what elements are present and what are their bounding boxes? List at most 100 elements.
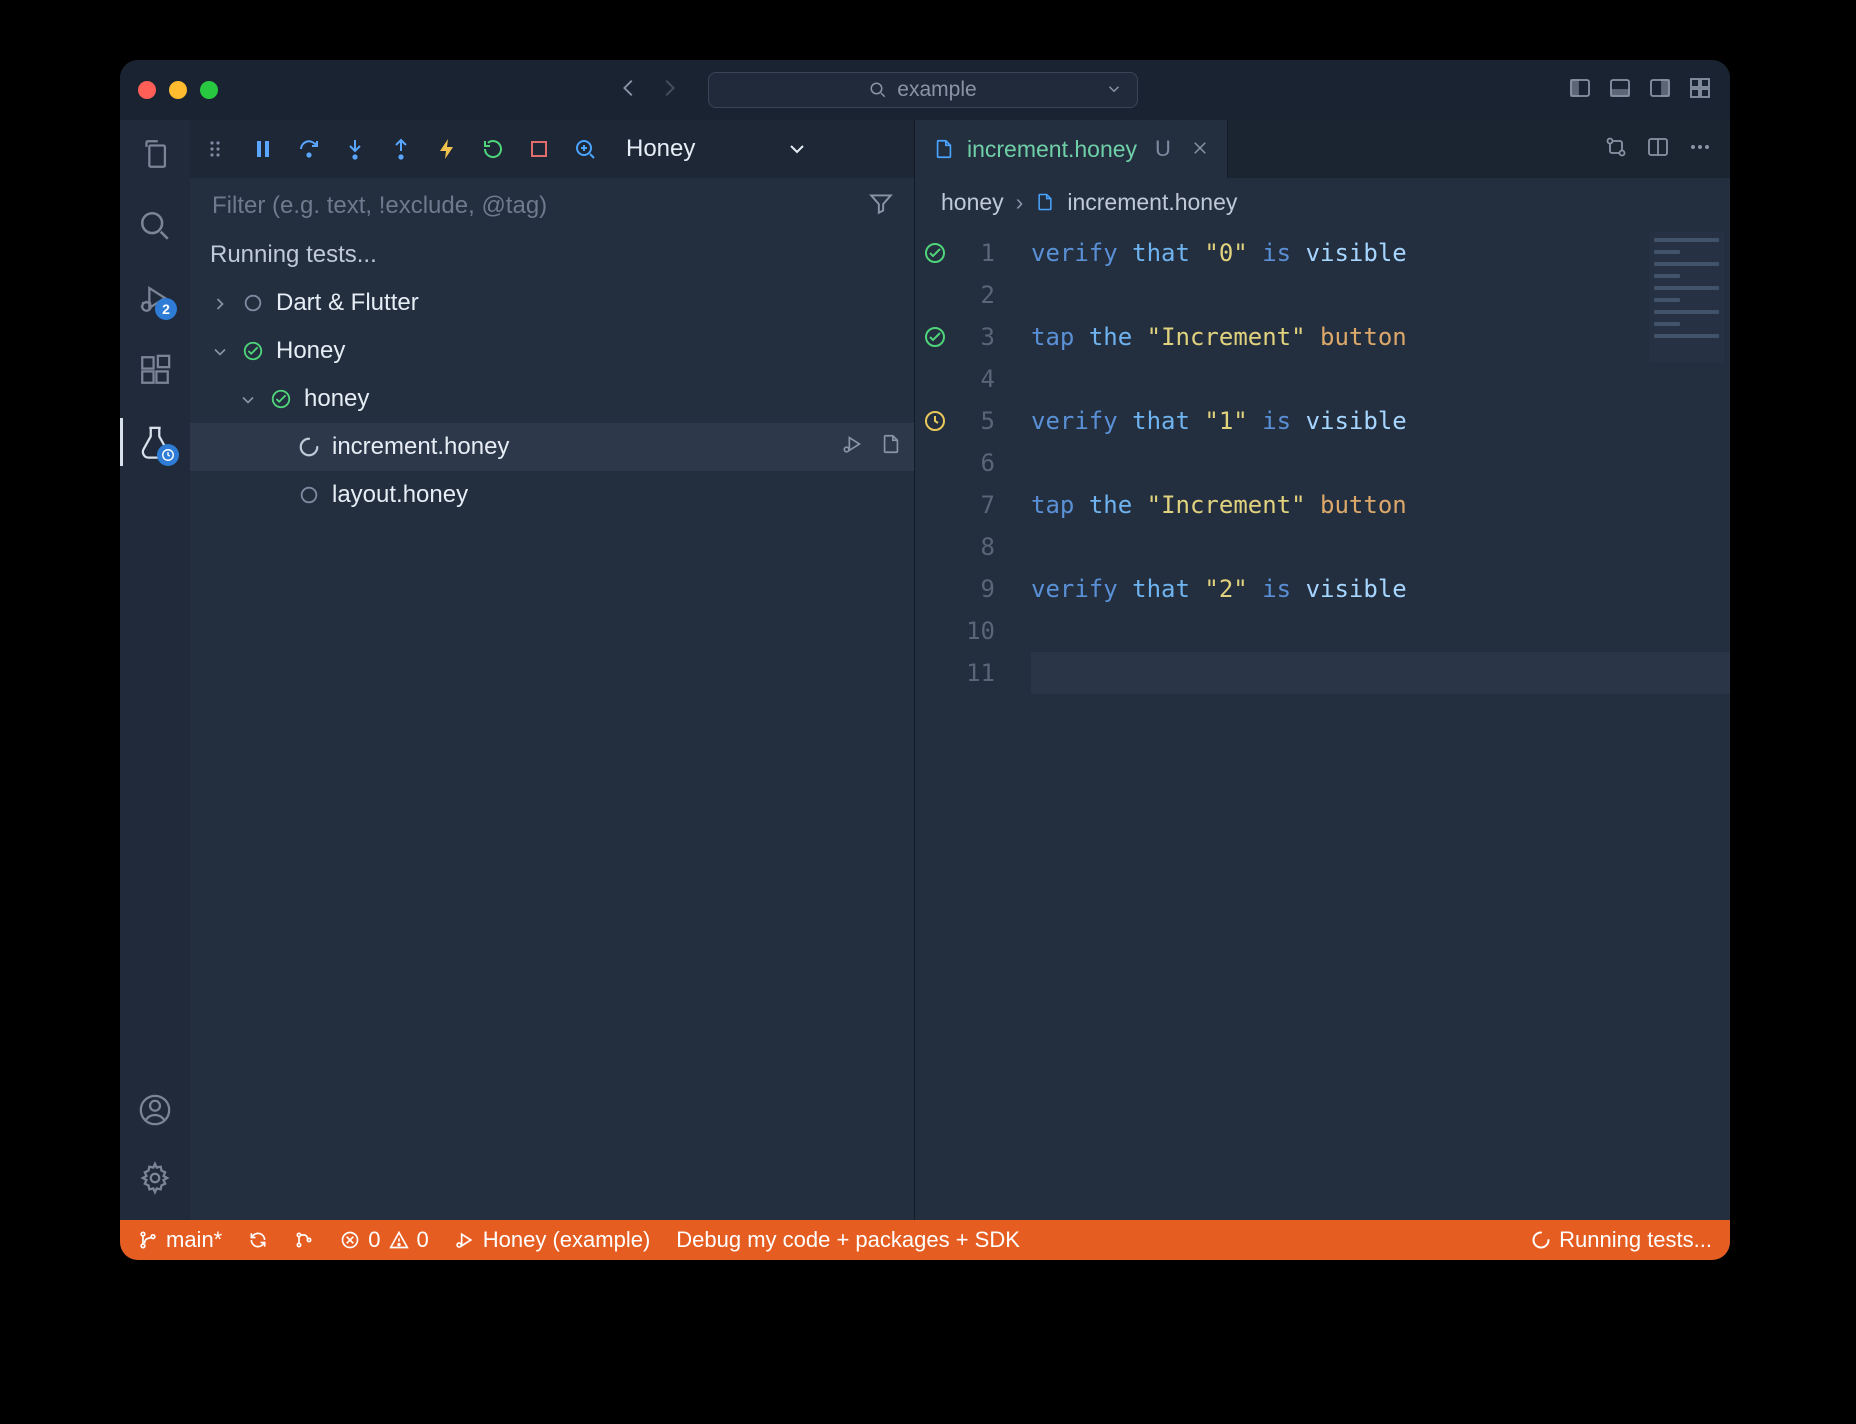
- glyph: [923, 400, 947, 442]
- line-number: 6: [955, 442, 995, 484]
- source-control-graph-button[interactable]: [294, 1230, 314, 1250]
- test-tree-item[interactable]: Honey: [190, 327, 914, 375]
- tree-twisty[interactable]: [210, 341, 230, 361]
- test-status-icon: [242, 292, 264, 314]
- tree-twisty[interactable]: [238, 389, 258, 409]
- activity-bar: 2: [120, 120, 190, 1220]
- debug-test-button[interactable]: [842, 433, 864, 462]
- settings-button[interactable]: [135, 1158, 175, 1198]
- extensions-view-button[interactable]: [135, 350, 175, 390]
- toggle-panel-button[interactable]: [1608, 76, 1632, 105]
- nav-back-button[interactable]: [618, 77, 640, 104]
- code-line[interactable]: [1031, 610, 1730, 652]
- code-editor[interactable]: 1234567891011 verify that "0" is visible…: [915, 226, 1730, 1220]
- title-layout-controls: [1568, 76, 1712, 105]
- tree-leaf-spacer: [266, 437, 286, 457]
- debug-scope-status[interactable]: Debug my code + packages + SDK: [676, 1227, 1020, 1253]
- search-view-button[interactable]: [135, 206, 175, 246]
- accounts-button[interactable]: [135, 1090, 175, 1130]
- minimize-window-button[interactable]: [169, 81, 187, 99]
- testing-view-button[interactable]: [135, 422, 175, 462]
- close-window-button[interactable]: [138, 81, 156, 99]
- more-actions-button[interactable]: [1688, 135, 1712, 164]
- code-line[interactable]: verify that "1" is visible: [1031, 400, 1730, 442]
- test-status-icon: [298, 484, 320, 506]
- editor-tab[interactable]: increment.honey U: [915, 120, 1228, 178]
- test-tree-item[interactable]: layout.honey: [190, 471, 914, 519]
- code-line[interactable]: [1031, 442, 1730, 484]
- glyph-margin: [915, 226, 955, 1220]
- line-number: 10: [955, 610, 995, 652]
- compare-changes-button[interactable]: [1604, 135, 1628, 164]
- run-debug-view-button[interactable]: 2: [135, 278, 175, 318]
- git-sync-button[interactable]: [248, 1230, 268, 1250]
- code-line[interactable]: tap the "Increment" button: [1031, 316, 1730, 358]
- toggle-secondary-sidebar-button[interactable]: [1648, 76, 1672, 105]
- code-line[interactable]: verify that "0" is visible: [1031, 232, 1730, 274]
- restart-button[interactable]: [480, 136, 506, 162]
- test-tree-item[interactable]: Dart & Flutter: [190, 279, 914, 327]
- debug-scope-label: Debug my code + packages + SDK: [676, 1227, 1020, 1253]
- minimap[interactable]: [1649, 232, 1724, 362]
- step-out-button[interactable]: [388, 136, 414, 162]
- explorer-view-button[interactable]: [135, 134, 175, 174]
- git-branch-status[interactable]: main*: [138, 1227, 222, 1253]
- drag-handle-icon[interactable]: [204, 136, 230, 162]
- debug-launch-status[interactable]: Honey (example): [455, 1227, 651, 1253]
- code-line[interactable]: [1031, 526, 1730, 568]
- code-line[interactable]: verify that "2" is visible: [1031, 568, 1730, 610]
- editor-actions: [1586, 120, 1730, 178]
- code-line[interactable]: tap the "Increment" button: [1031, 484, 1730, 526]
- hot-reload-button[interactable]: [434, 136, 460, 162]
- code-lines[interactable]: verify that "0" is visible tap the "Incre…: [1007, 226, 1730, 1220]
- tab-close-button[interactable]: [1191, 136, 1209, 163]
- pause-button[interactable]: [250, 136, 276, 162]
- test-run-status: Running tests...: [190, 233, 914, 279]
- test-tree-item[interactable]: honey: [190, 375, 914, 423]
- code-line[interactable]: [1031, 358, 1730, 400]
- editor-group: increment.honey U honey › increment.hone…: [915, 120, 1730, 1220]
- glyph: [923, 316, 947, 358]
- step-over-button[interactable]: [296, 136, 322, 162]
- launch-config-selector[interactable]: Honey: [626, 135, 809, 163]
- breadcrumb-segment[interactable]: honey: [941, 189, 1004, 216]
- filter-icon[interactable]: [868, 190, 894, 221]
- test-progress-status[interactable]: Running tests...: [1531, 1227, 1712, 1253]
- breadcrumb-segment[interactable]: increment.honey: [1067, 189, 1237, 216]
- warning-icon: [389, 1230, 409, 1250]
- git-branch-icon: [138, 1230, 158, 1250]
- problems-status[interactable]: 0 0: [340, 1227, 429, 1253]
- nav-forward-button[interactable]: [658, 77, 680, 104]
- step-into-button[interactable]: [342, 136, 368, 162]
- sync-icon: [248, 1230, 268, 1250]
- debug-icon: [455, 1230, 475, 1250]
- line-number: 11: [955, 652, 995, 694]
- test-status-icon: [270, 388, 292, 410]
- workbench-body: 2: [120, 120, 1730, 1220]
- test-filter-input[interactable]: [210, 191, 854, 221]
- code-line[interactable]: [1031, 274, 1730, 316]
- breadcrumbs[interactable]: honey › increment.honey: [915, 178, 1730, 226]
- command-center-text: example: [897, 78, 976, 102]
- maximize-window-button[interactable]: [200, 81, 218, 99]
- test-filter-row: [190, 178, 914, 233]
- test-tree-item[interactable]: increment.honey: [190, 423, 914, 471]
- go-to-test-button[interactable]: [880, 433, 902, 462]
- stop-button[interactable]: [526, 136, 552, 162]
- customize-layout-button[interactable]: [1688, 76, 1712, 105]
- source-control-icon: [294, 1230, 314, 1250]
- nav-arrows: [618, 77, 680, 104]
- test-status-icon: [242, 340, 264, 362]
- test-tree: Dart & FlutterHoney honey increment.honey l…: [190, 279, 914, 1220]
- test-item-label: honey: [304, 385, 369, 413]
- command-center[interactable]: example: [708, 72, 1138, 108]
- line-number: 2: [955, 274, 995, 316]
- test-item-label: increment.honey: [332, 433, 509, 461]
- inspect-widget-button[interactable]: [572, 136, 598, 162]
- code-line[interactable]: [1031, 652, 1730, 694]
- test-item-actions: [842, 433, 902, 462]
- chevron-right-icon: ›: [1016, 189, 1024, 216]
- split-editor-button[interactable]: [1646, 135, 1670, 164]
- tree-twisty[interactable]: [210, 293, 230, 313]
- toggle-primary-sidebar-button[interactable]: [1568, 76, 1592, 105]
